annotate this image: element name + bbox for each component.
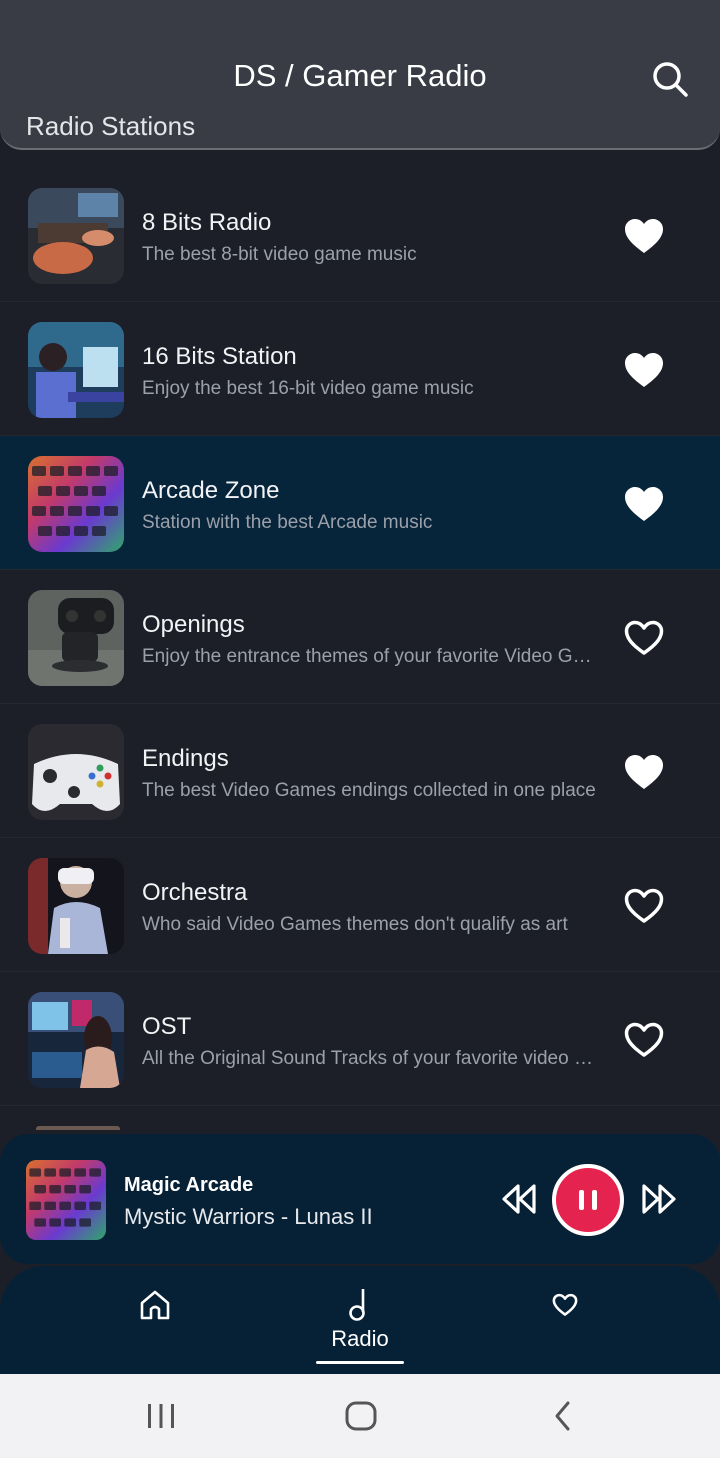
station-description: The best 8-bit video game music	[142, 244, 417, 265]
nav-home[interactable]	[100, 1266, 210, 1374]
nav-favorites[interactable]	[510, 1266, 620, 1374]
section-subtitle: Radio Stations	[26, 111, 196, 141]
heart-filled-icon[interactable]	[622, 484, 666, 524]
now-playing-cover	[26, 1160, 106, 1240]
station-thumbnail	[28, 858, 124, 954]
page-title: DS / Gamer Radio	[233, 58, 487, 93]
heart-outline-icon[interactable]	[622, 886, 666, 926]
station-description: All the Original Sound Tracks of your fa…	[142, 1048, 602, 1069]
back-icon[interactable]	[550, 1398, 576, 1434]
station-thumbnail	[28, 456, 124, 552]
station-row[interactable]: Endings The best Video Games endings col…	[0, 704, 720, 838]
station-row[interactable]: Openings Enjoy the entrance themes of yo…	[0, 570, 720, 704]
now-playing-track: Mystic Warriors - Lunas II	[124, 1204, 373, 1229]
station-name: Orchestra	[142, 879, 248, 906]
nav-radio[interactable]: Radio	[305, 1266, 415, 1374]
station-name: Arcade Zone	[142, 477, 280, 504]
heart-filled-icon[interactable]	[622, 350, 666, 390]
station-row[interactable]: 8 Bits Radio The best 8-bit video game m…	[0, 168, 720, 302]
now-playing-bar[interactable]: Magic Arcade Mystic Warriors - Lunas II	[0, 1134, 720, 1264]
station-thumbnail	[28, 188, 124, 284]
heart-filled-icon[interactable]	[622, 752, 666, 792]
heart-icon	[552, 1293, 578, 1316]
nav-radio-label: Radio	[331, 1326, 389, 1351]
recents-icon[interactable]	[144, 1398, 178, 1434]
station-description: The best Video Games endings collected i…	[142, 780, 596, 801]
station-thumbnail	[28, 992, 124, 1088]
station-name: 8 Bits Radio	[142, 209, 272, 236]
station-name: Endings	[142, 745, 229, 772]
music-note-icon	[349, 1289, 365, 1321]
home-button-icon[interactable]	[343, 1398, 379, 1434]
station-thumbnail	[28, 590, 124, 686]
station-row-selected[interactable]: Arcade Zone Station with the best Arcade…	[0, 436, 720, 570]
station-row[interactable]: Orchestra Who said Video Games themes do…	[0, 838, 720, 972]
pause-button[interactable]	[552, 1164, 624, 1236]
station-name: 16 Bits Station	[142, 343, 297, 370]
home-icon	[140, 1290, 170, 1320]
station-thumbnail	[28, 322, 124, 418]
now-playing-station: Magic Arcade	[124, 1174, 254, 1196]
heart-outline-icon[interactable]	[622, 618, 666, 658]
station-name: Openings	[142, 611, 245, 638]
station-description: Enjoy the best 16-bit video game music	[142, 378, 474, 399]
search-icon[interactable]	[648, 57, 692, 101]
bottom-navigation: Radio	[0, 1266, 720, 1374]
heart-outline-icon[interactable]	[622, 1020, 666, 1060]
station-row[interactable]: OST All the Original Sound Tracks of you…	[0, 972, 720, 1106]
station-thumbnail	[36, 1126, 120, 1130]
station-description: Enjoy the entrance themes of your favori…	[142, 646, 602, 667]
nav-active-indicator	[316, 1361, 404, 1364]
station-list: 8 Bits Radio The best 8-bit video game m…	[0, 168, 720, 1146]
system-navigation-bar	[0, 1374, 720, 1458]
station-row[interactable]: 16 Bits Station Enjoy the best 16-bit vi…	[0, 302, 720, 436]
heart-filled-icon[interactable]	[622, 216, 666, 256]
rewind-icon[interactable]	[498, 1182, 538, 1216]
app-header: DS / Gamer Radio Radio Stations	[0, 0, 720, 150]
station-description: Station with the best Arcade music	[142, 512, 433, 533]
station-description: Who said Video Games themes don't qualif…	[142, 914, 568, 935]
fast-forward-icon[interactable]	[640, 1182, 680, 1216]
station-thumbnail	[28, 724, 124, 820]
station-name: OST	[142, 1013, 192, 1040]
